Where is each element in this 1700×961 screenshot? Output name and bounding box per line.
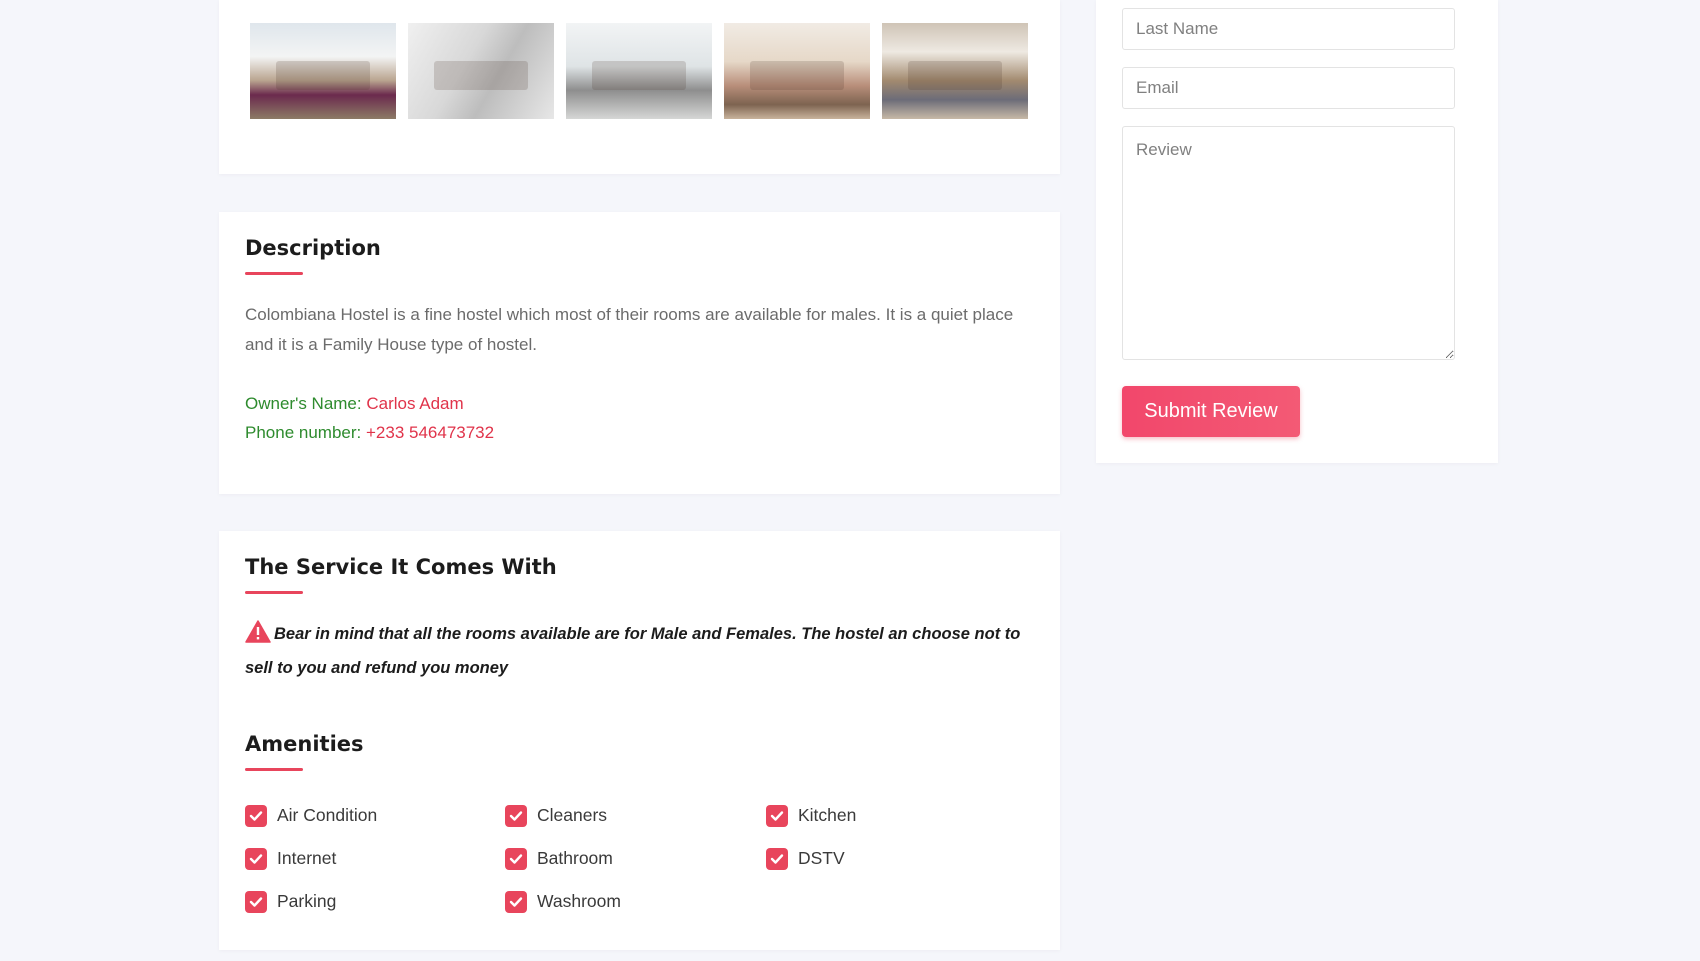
amenity-label: DSTV [798, 848, 845, 868]
service-notice: Bear in mind that all the rooms availabl… [245, 619, 1035, 683]
amenities-grid: Air Condition Cleaners Kitchen Internet … [245, 803, 966, 914]
phone-label: Phone number: [245, 423, 362, 442]
description-text: Colombiana Hostel is a fine hostel which… [245, 305, 1014, 354]
amenity-label: Parking [277, 891, 337, 911]
thumbnail-kitchen-dining[interactable] [566, 23, 712, 119]
title-underline [245, 591, 303, 594]
service-card: The Service It Comes With Bear in mind t… [219, 531, 1060, 950]
checkbox-checked-icon[interactable] [245, 890, 267, 913]
review-form-card: Submit Review [1096, 0, 1498, 463]
amenity-label: Air Condition [277, 805, 378, 825]
title-underline [245, 272, 303, 275]
amenity-label: Kitchen [798, 805, 857, 825]
checkbox-checked-icon[interactable] [245, 804, 267, 827]
review-textarea[interactable] [1122, 126, 1455, 360]
last-name-field[interactable] [1122, 8, 1455, 50]
owner-line: Owner's Name: Carlos Adam [245, 394, 464, 414]
amenity-item[interactable]: Washroom [505, 889, 766, 914]
gallery-card [219, 0, 1060, 174]
owner-label: Owner's Name: [245, 394, 362, 413]
thumbnail-kitchen[interactable] [882, 23, 1028, 119]
amenity-item[interactable]: Kitchen [766, 803, 966, 828]
checkbox-checked-icon[interactable] [505, 890, 527, 913]
phone-line: Phone number: +233 546473732 [245, 423, 494, 443]
description-card: Description Colombiana Hostel is a fine … [219, 212, 1060, 494]
thumbnail-stairs[interactable] [408, 23, 554, 119]
description-title: Description [245, 236, 381, 260]
amenity-label: Cleaners [537, 805, 608, 825]
thumbnail-living-room[interactable] [724, 23, 870, 119]
checkbox-checked-icon[interactable] [766, 804, 788, 827]
checkbox-checked-icon[interactable] [505, 847, 527, 870]
amenity-item[interactable]: Bathroom [505, 846, 766, 871]
amenity-item[interactable]: DSTV [766, 846, 966, 871]
amenity-label: Internet [277, 848, 337, 868]
amenities-title: Amenities [245, 732, 364, 756]
amenity-item[interactable]: Cleaners [505, 803, 766, 828]
amenity-item[interactable]: Air Condition [245, 803, 505, 828]
service-title: The Service It Comes With [245, 555, 557, 579]
amenity-label: Bathroom [537, 848, 613, 868]
thumbnail-dining-room[interactable] [250, 23, 396, 119]
amenity-label: Washroom [537, 891, 621, 911]
amenity-item[interactable]: Internet [245, 846, 505, 871]
checkbox-checked-icon[interactable] [766, 847, 788, 870]
checkbox-checked-icon[interactable] [245, 847, 267, 870]
title-underline [245, 768, 303, 771]
submit-review-button[interactable]: Submit Review [1122, 386, 1300, 437]
owner-value: Carlos Adam [366, 394, 464, 413]
phone-value: +233 546473732 [365, 423, 495, 442]
email-field[interactable] [1122, 67, 1455, 109]
amenity-item[interactable]: Parking [245, 889, 505, 914]
checkbox-checked-icon[interactable] [505, 804, 527, 827]
notice-text: Bear in mind that all the rooms availabl… [245, 625, 1021, 677]
thumbnail-strip [250, 23, 1028, 119]
warning-icon [245, 620, 271, 653]
